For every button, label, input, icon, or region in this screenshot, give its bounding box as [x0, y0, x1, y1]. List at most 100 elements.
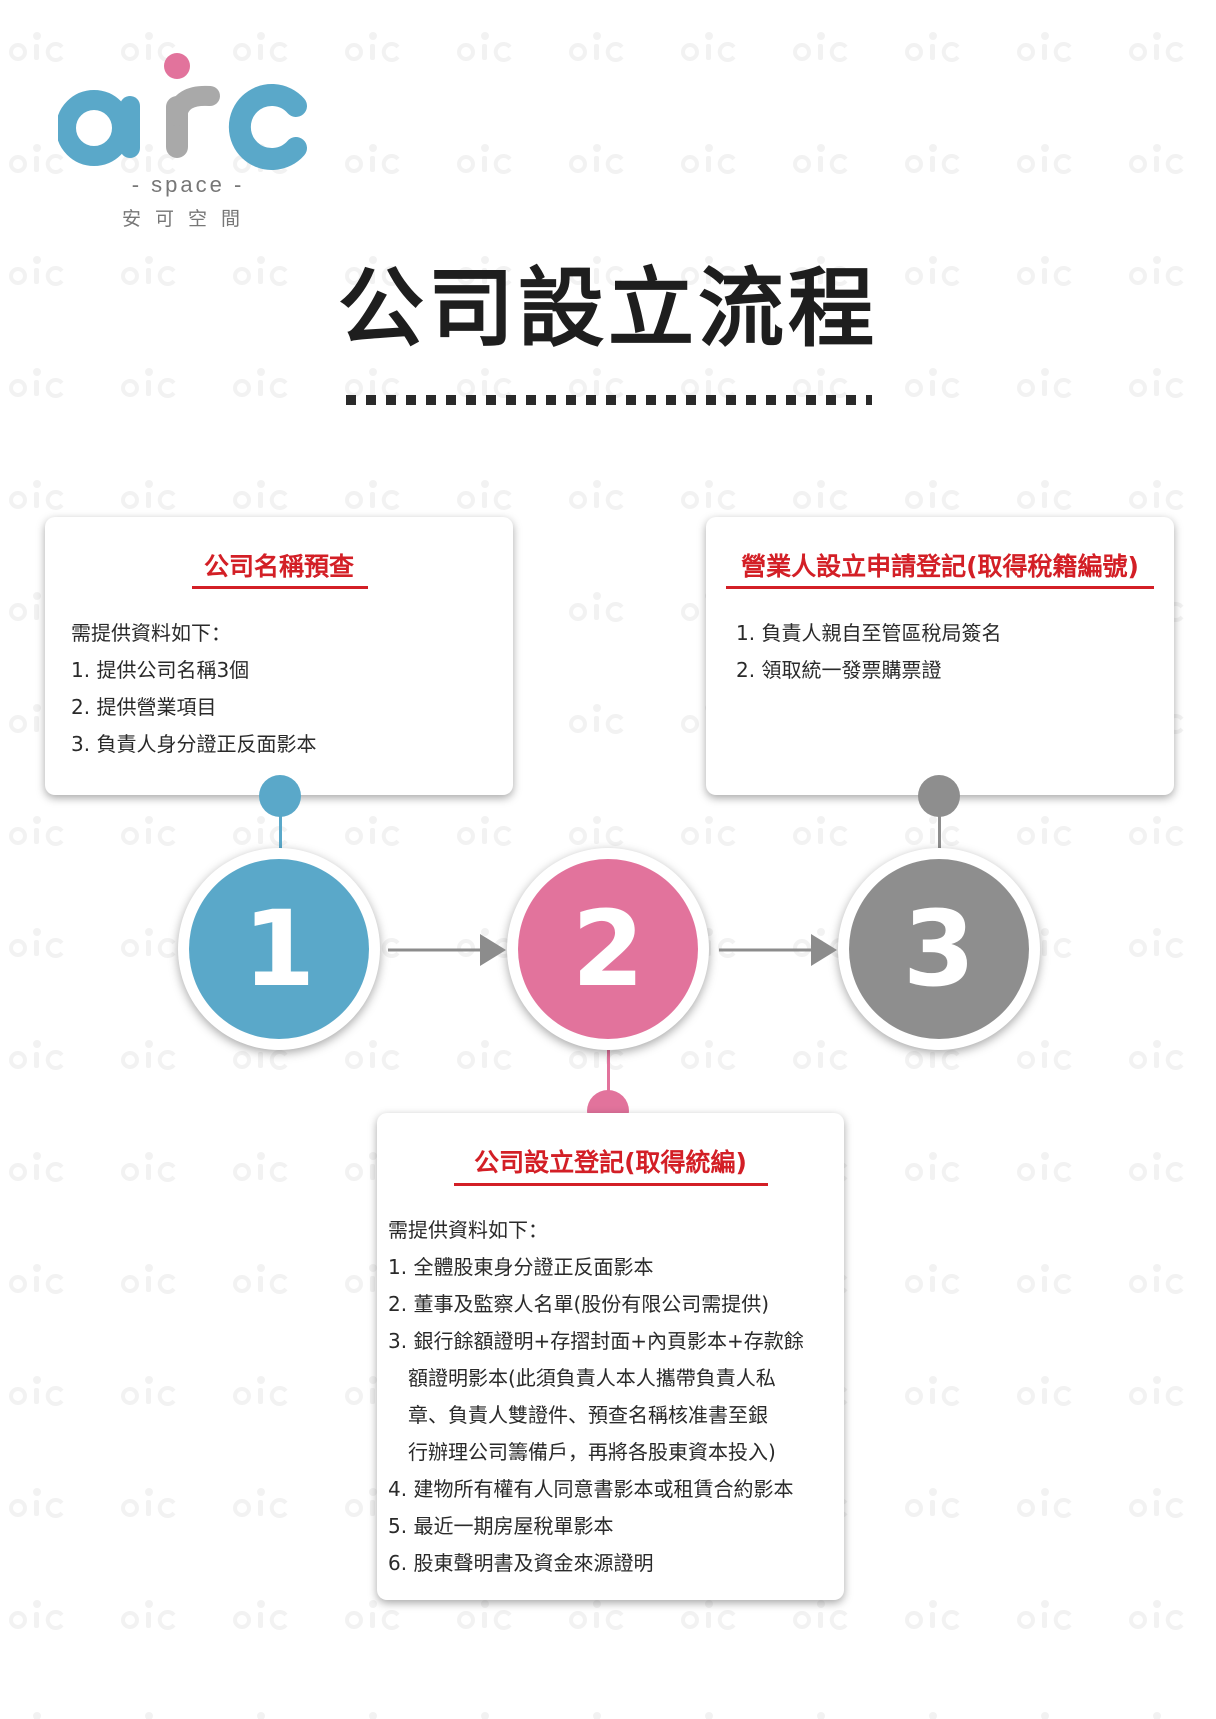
arc-watermark-icon — [793, 32, 848, 62]
arrow-right-icon — [719, 934, 837, 966]
arc-watermark-icon — [481, 1712, 489, 1719]
arc-watermark-icon — [1129, 368, 1184, 398]
arc-watermark-icon — [905, 32, 960, 62]
arc-watermark-icon — [233, 816, 288, 846]
step3-number: 3 — [849, 859, 1029, 1039]
arc-watermark-icon — [681, 32, 736, 62]
arc-watermark-icon — [569, 144, 624, 174]
step3-info-card: 營業人設立申請登記(取得稅籍編號) 1. 負責人親自至管區稅局簽名 2. 領取統… — [706, 517, 1174, 795]
step3-card-title: 營業人設立申請登記(取得稅籍編號) — [741, 552, 1139, 581]
arc-watermark-icon — [121, 480, 176, 510]
arc-watermark-icon — [9, 928, 64, 958]
arc-watermark-icon — [457, 144, 512, 174]
arc-watermark-icon — [9, 1488, 64, 1518]
list-item: 額證明影本(此須負責人本人攜帶負責人私 — [408, 1366, 776, 1390]
step3-requirements-list: 1. 負責人親自至管區稅局簽名 2. 領取統一發票購票證 — [736, 615, 1001, 689]
arc-watermark-icon — [257, 1712, 265, 1719]
arc-watermark-icon — [121, 1264, 176, 1294]
arc-watermark-icon — [793, 144, 848, 174]
list-item: 2. 領取統一發票購票證 — [736, 658, 942, 682]
list-item: 6. 股東聲明書及資金來源證明 — [388, 1551, 654, 1575]
arc-watermark-icon — [569, 816, 624, 846]
arc-watermark-icon — [9, 1152, 64, 1182]
arc-watermark-icon — [233, 1488, 288, 1518]
step2-circle: 2 — [507, 848, 709, 1050]
arc-watermark-icon — [793, 1600, 848, 1630]
arc-watermark-icon — [1129, 1264, 1184, 1294]
step1-title-underline — [192, 586, 368, 589]
arc-watermark-icon — [369, 1712, 377, 1719]
arc-watermark-icon — [121, 1040, 176, 1070]
arc-watermark-icon — [681, 816, 736, 846]
arc-watermark-icon — [905, 1376, 960, 1406]
arc-watermark-icon — [1041, 1712, 1049, 1719]
arc-watermark-icon — [1153, 1712, 1161, 1719]
arc-watermark-icon — [233, 368, 288, 398]
step1-card-title: 公司名稱預查 — [203, 552, 354, 581]
step2-requirements-list: 需提供資料如下： 1. 全體股東身分證正反面影本 2. 董事及監察人名單(股份有… — [388, 1212, 804, 1582]
list-item: 1. 提供公司名稱3個 — [71, 658, 250, 682]
step1-connector-line — [279, 816, 282, 850]
arc-watermark-icon — [793, 1040, 848, 1070]
step3-circle: 3 — [838, 848, 1040, 1050]
arc-watermark-icon — [905, 1600, 960, 1630]
arc-logo-mark — [56, 53, 307, 170]
list-item: 3. 銀行餘額證明+存摺封面+內頁影本+存款餘 — [388, 1329, 804, 1353]
arc-watermark-icon — [1129, 1376, 1184, 1406]
list-item: 行辦理公司籌備戶，再將各股東資本投入) — [408, 1440, 776, 1464]
arc-watermark-icon — [457, 816, 512, 846]
arc-watermark-icon — [345, 480, 400, 510]
arc-watermark-icon — [1129, 480, 1184, 510]
step2-number: 2 — [518, 859, 698, 1039]
arc-watermark-icon — [9, 1040, 64, 1070]
arc-watermark-icon — [1017, 1040, 1072, 1070]
arc-watermark-icon — [457, 480, 512, 510]
arc-watermark-icon — [33, 1712, 41, 1719]
arc-watermark-icon — [1129, 1152, 1184, 1182]
arc-watermark-icon — [1129, 32, 1184, 62]
arc-watermark-icon — [681, 1600, 736, 1630]
arc-watermark-icon — [1129, 816, 1184, 846]
arc-watermark-icon — [1017, 1264, 1072, 1294]
arc-watermark-icon — [569, 592, 624, 622]
page-title: 公司設立流程 — [338, 259, 878, 359]
arc-watermark-icon — [233, 1600, 288, 1630]
step1-connector-dot — [259, 775, 301, 817]
list-item: 章、負責人雙證件、預查名稱核准書至銀 — [408, 1403, 768, 1427]
list-item: 1. 負責人親自至管區稅局簽名 — [736, 621, 1002, 645]
arc-watermark-icon — [1129, 1600, 1184, 1630]
arc-watermark-icon — [121, 368, 176, 398]
arc-watermark-icon — [345, 32, 400, 62]
list-item: 需提供資料如下： — [388, 1218, 548, 1242]
step2-card-title: 公司設立登記(取得統編) — [474, 1148, 747, 1177]
arc-watermark-icon — [457, 32, 512, 62]
logo-space-text: - space - — [131, 172, 245, 197]
list-item: 2. 董事及監察人名單(股份有限公司需提供) — [388, 1292, 770, 1316]
arc-watermark-icon — [1017, 1600, 1072, 1630]
arc-watermark-icon — [569, 1600, 624, 1630]
arc-watermark-icon — [9, 368, 64, 398]
arc-watermark-icon — [9, 1376, 64, 1406]
arc-watermark-icon — [681, 1040, 736, 1070]
list-item: 2. 提供營業項目 — [71, 695, 217, 719]
arc-watermark-icon — [121, 928, 176, 958]
arc-watermark-icon — [705, 1712, 713, 1719]
arc-watermark-icon — [345, 144, 400, 174]
title-dashed-divider — [346, 395, 872, 405]
arc-watermark-icon — [233, 1264, 288, 1294]
arc-watermark-icon — [9, 816, 64, 846]
arc-watermark-icon — [121, 1152, 176, 1182]
arc-watermark-icon — [1017, 144, 1072, 174]
arc-watermark-icon — [345, 816, 400, 846]
list-item: 3. 負責人身分證正反面影本 — [71, 732, 317, 756]
arc-watermark-icon — [345, 1600, 400, 1630]
list-item: 4. 建物所有權有人同意書影本或租賃合約影本 — [388, 1477, 794, 1501]
arrow-right-icon — [388, 934, 506, 966]
step1-info-card: 公司名稱預查 需提供資料如下： 1. 提供公司名稱3個 2. 提供營業項目 3.… — [45, 517, 513, 795]
logo-chinese-text: 安可空間 — [121, 208, 254, 230]
arc-watermark-icon — [905, 816, 960, 846]
list-item: 5. 最近一期房屋稅單影本 — [388, 1514, 614, 1538]
arc-watermark-icon — [345, 1040, 400, 1070]
arc-watermark-icon — [793, 816, 848, 846]
arc-watermark-icon — [233, 1376, 288, 1406]
